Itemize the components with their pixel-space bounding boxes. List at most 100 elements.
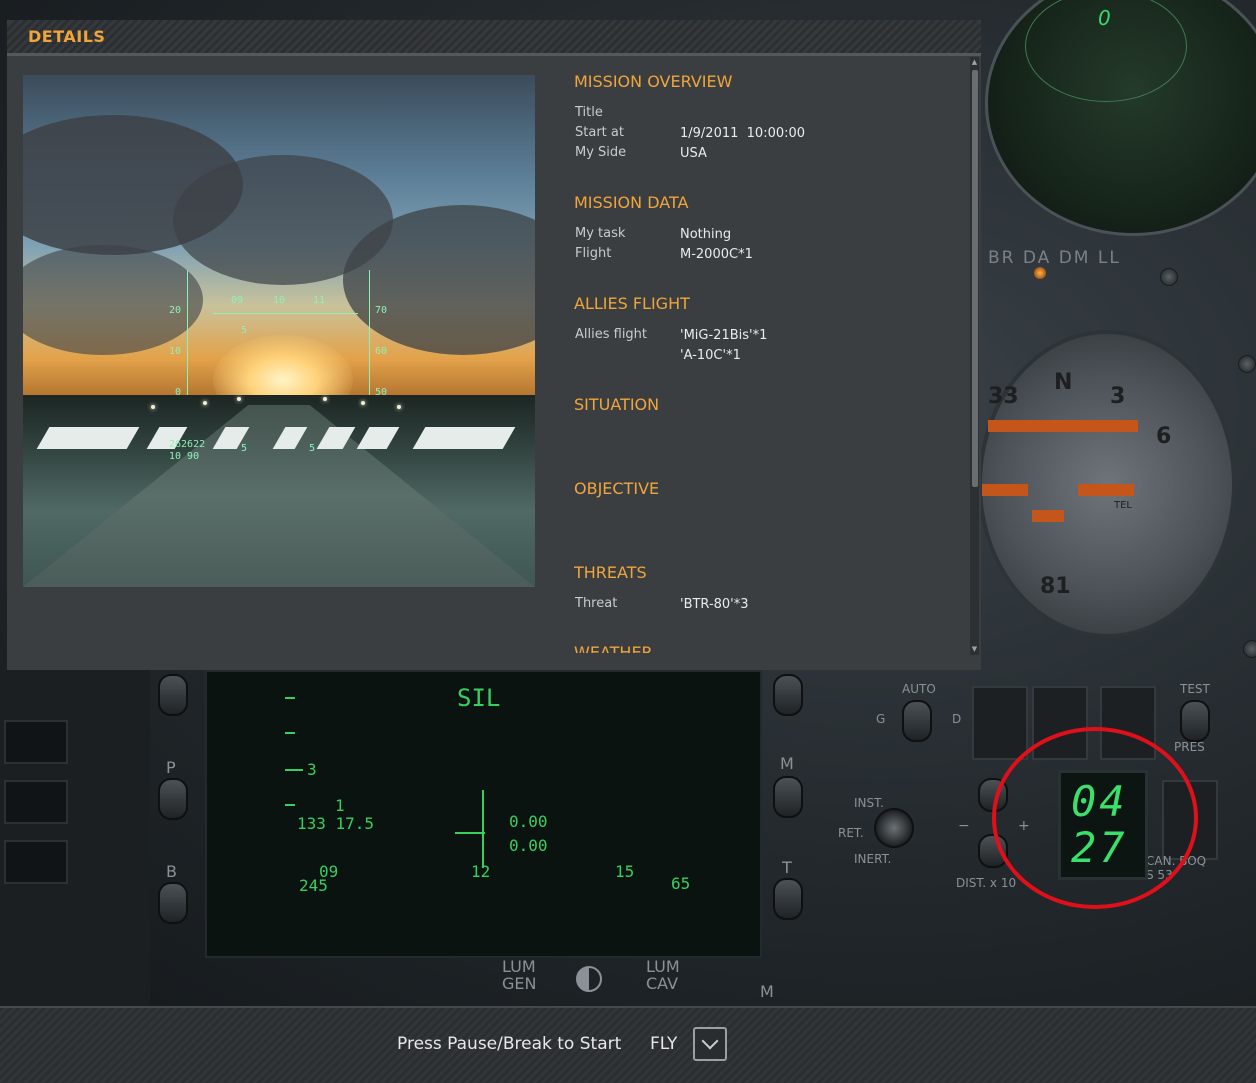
scroll-down-icon[interactable]: ▼: [970, 644, 979, 654]
my-side-label: My Side: [575, 145, 627, 160]
vtb-readout: 0.00: [509, 836, 548, 855]
auto-label: AUTO: [902, 682, 936, 696]
hud-label: 5: [241, 325, 248, 336]
minus-label: −: [958, 818, 970, 834]
g-label: G: [876, 712, 886, 726]
flight-value: M-2000C*1: [680, 247, 753, 262]
fly-button[interactable]: [693, 1027, 727, 1061]
start-at-value: 1/9/2011 10:00:00: [680, 126, 806, 141]
allies-flight-value: 'A-10C'*1: [680, 348, 741, 363]
runway-stripe: [412, 427, 516, 449]
mission-details-content[interactable]: MISSION OVERVIEW Title Start at 1/9/2011…: [574, 53, 964, 653]
knob-label-p: P: [166, 758, 176, 777]
knob-label-m: M: [780, 754, 794, 773]
hud-right-scale: [369, 270, 370, 395]
my-task-label: My task: [575, 226, 626, 241]
allies-flight-heading: ALLIES FLIGHT: [574, 294, 690, 313]
hud-label: 11: [313, 295, 326, 306]
scrollbar-thumb[interactable]: [972, 70, 978, 487]
hsi-3: 3: [1110, 384, 1126, 409]
hud-label: 10: [273, 295, 286, 306]
test-switch[interactable]: [1180, 700, 1210, 742]
hud-label: 0: [175, 387, 182, 398]
knob-label-m2: M: [760, 982, 774, 1001]
screw-icon: [1243, 640, 1256, 658]
weather-heading: WEATHER: [574, 643, 653, 653]
toggle-switch[interactable]: [773, 878, 803, 920]
hud-label: 60: [375, 346, 388, 357]
screw-icon: [1160, 268, 1178, 286]
runway-light: [361, 401, 365, 405]
test-label: TEST: [1180, 682, 1210, 696]
mission-data-heading: MISSION DATA: [574, 193, 689, 212]
hud-label: 70: [375, 305, 388, 316]
my-task-value: Nothing: [680, 227, 732, 242]
threat-value: 'BTR-80'*3: [680, 597, 749, 612]
hsi-marker: [1032, 510, 1064, 522]
threats-heading: THREATS: [574, 563, 647, 582]
hsi-north: N: [1054, 370, 1073, 395]
warning-lamp-labels: BR DA DM LL: [988, 248, 1121, 268]
fly-label: FLY: [650, 1034, 678, 1054]
hud-label: 50: [375, 387, 388, 398]
vtb-tick: [285, 697, 295, 699]
hsi-33: 33: [988, 384, 1019, 409]
d-label: D: [952, 712, 962, 726]
lum-cav-label: LUM CAV: [646, 957, 680, 993]
mode-switch[interactable]: [902, 700, 932, 742]
inert-label: INERT.: [854, 852, 892, 866]
ret-label: RET.: [838, 826, 864, 840]
hud-label: 5: [241, 443, 248, 454]
threat-label: Threat: [575, 596, 618, 611]
dialog-header[interactable]: DETAILS: [7, 20, 981, 53]
hud-label: 262622: [169, 439, 206, 450]
press-to-start-text: Press Pause/Break to Start: [397, 1034, 622, 1054]
flight-label: Flight: [575, 246, 612, 261]
toggle-switch[interactable]: [158, 778, 188, 820]
brightness-icon[interactable]: [576, 966, 602, 992]
hud-label: 5: [309, 443, 316, 454]
left-panel: [0, 670, 150, 1006]
runway-light: [151, 405, 155, 409]
vtb-mode: SIL: [457, 684, 501, 712]
vtb-velocity-vector: [482, 790, 484, 868]
runway-light: [237, 397, 241, 401]
panel-button[interactable]: [972, 686, 1028, 760]
selector-knob[interactable]: [874, 808, 914, 848]
lum-gen-label: LUM GEN: [502, 957, 537, 993]
start-at-label: Start at: [575, 125, 624, 140]
hud-label: 10 90: [169, 451, 200, 462]
dialog-title: DETAILS: [28, 27, 106, 46]
situation-heading: SITUATION: [574, 395, 660, 414]
bottom-bar: [0, 1006, 1256, 1083]
runway-stripe: [36, 427, 140, 449]
toggle-switch[interactable]: [773, 776, 803, 818]
vtb-readout: 245: [299, 876, 328, 895]
chevron-down-icon: [701, 1032, 719, 1050]
details-dialog: DETAILS 20 10 0 70 60 50 09 10 11 5 2626…: [7, 20, 981, 670]
my-side-value: USA: [680, 146, 707, 161]
toggle-switch[interactable]: [158, 674, 188, 716]
vtb-readout: 12: [471, 862, 491, 881]
allies-flight-label: Allies flight: [575, 327, 648, 342]
mission-overview-heading: MISSION OVERVIEW: [574, 72, 733, 91]
hsi-deviation-bar: [982, 484, 1028, 496]
toggle-switch[interactable]: [773, 674, 803, 716]
panel-slot: [4, 840, 68, 884]
hud-label: 09: [231, 295, 244, 306]
vtb-tick-3: 3: [307, 760, 317, 779]
scroll-up-icon[interactable]: ▲: [970, 57, 979, 67]
panel-slot: [4, 720, 68, 764]
hsi-81: 81: [1040, 574, 1071, 599]
toggle-switch[interactable]: [158, 882, 188, 924]
hsi-6: 6: [1156, 424, 1172, 449]
hud-label: 10: [169, 346, 182, 357]
hud-label: 20: [169, 305, 182, 316]
hsi-deviation-bar: [1078, 484, 1134, 496]
inst-label: INST.: [854, 796, 884, 810]
dist-label: DIST. x 10: [956, 876, 1017, 890]
runway-light: [397, 405, 401, 409]
hsi-tel: TEL: [1114, 500, 1132, 511]
pres-label: PRES: [1174, 740, 1205, 754]
hud-left-scale: [187, 270, 188, 395]
